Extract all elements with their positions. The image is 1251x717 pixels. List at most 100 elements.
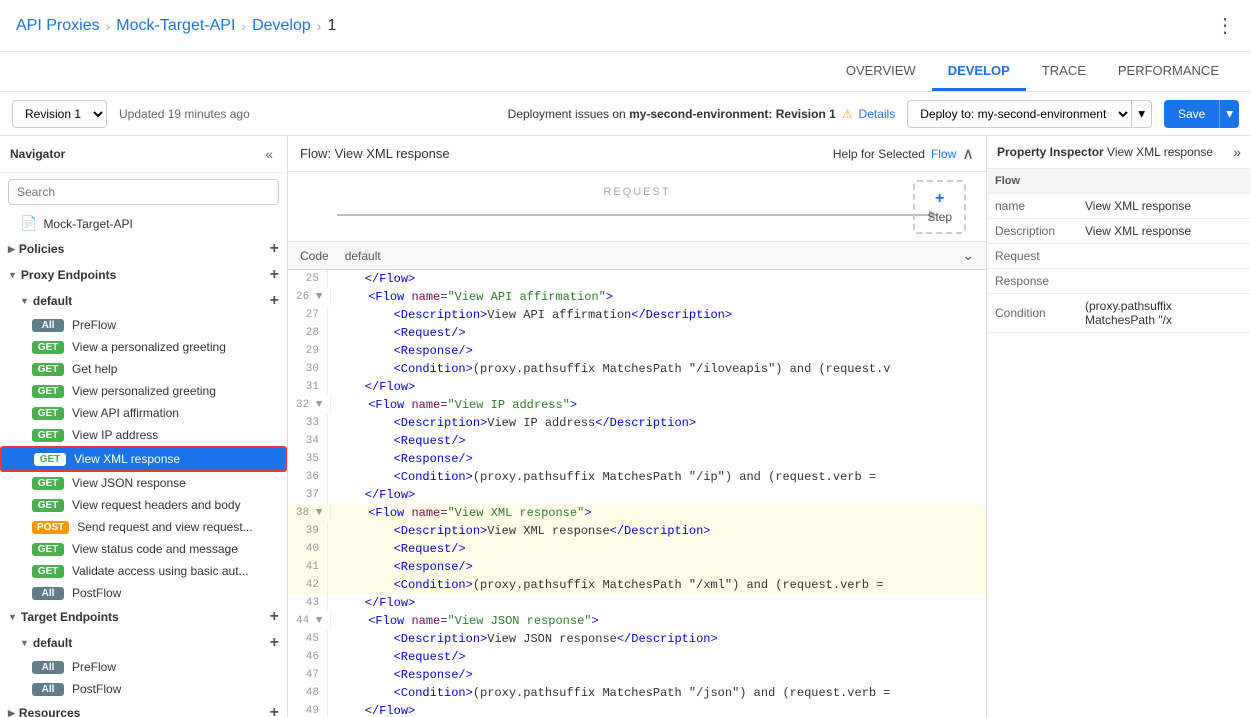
navigator-title: Navigator bbox=[10, 147, 65, 161]
prop-row-name: name View XML response bbox=[987, 194, 1251, 219]
badge-all: All bbox=[32, 587, 64, 600]
nav-item-target-postflow[interactable]: All PostFlow bbox=[0, 678, 287, 700]
badge-get: GET bbox=[32, 363, 64, 376]
nav-item-view-xml-response[interactable]: GET View XML response bbox=[0, 446, 287, 472]
breadcrumb-project[interactable]: Mock-Target-API bbox=[116, 17, 235, 35]
kebab-menu-icon[interactable]: ⋮ bbox=[1215, 13, 1235, 38]
nav-subsection-target-default[interactable]: ▼ default + bbox=[0, 630, 287, 656]
badge-all: All bbox=[32, 319, 64, 332]
code-line-38: 38 ▼ <Flow name="View XML response"> bbox=[288, 504, 986, 522]
deploy-to-select[interactable]: Deploy to: my-second-environment bbox=[907, 100, 1132, 128]
triangle-icon: ▼ bbox=[20, 638, 29, 648]
nav-item-postflow[interactable]: All PostFlow bbox=[0, 582, 287, 604]
prop-row-description: Description View XML response bbox=[987, 219, 1251, 244]
search-input[interactable] bbox=[8, 179, 279, 205]
tab-performance[interactable]: PERFORMANCE bbox=[1102, 53, 1235, 91]
code-line-29: 29 <Response/> bbox=[288, 342, 986, 360]
prop-row-condition: Condition (proxy.pathsuffix MatchesPath … bbox=[987, 294, 1251, 333]
breadcrumb-section[interactable]: Develop bbox=[252, 17, 311, 35]
tab-develop[interactable]: DEVELOP bbox=[932, 53, 1026, 91]
flow-section-header: Flow bbox=[987, 169, 1251, 194]
prop-label-request: Request bbox=[987, 244, 1077, 269]
breadcrumb: API Proxies › Mock-Target-API › Develop … bbox=[16, 17, 336, 35]
flow-title: Flow: View XML response bbox=[300, 146, 450, 161]
nav-item-view-personalized-greeting-a[interactable]: GET View a personalized greeting bbox=[0, 336, 287, 358]
code-line-37: 37 </Flow> bbox=[288, 486, 986, 504]
code-content: 25 </Flow> 26 ▼ <Flow name="View API aff… bbox=[288, 270, 986, 717]
deploy-dropdown-btn[interactable]: ▾ bbox=[1132, 100, 1152, 128]
tab-trace[interactable]: TRACE bbox=[1026, 53, 1102, 91]
navigator-collapse-btn[interactable]: « bbox=[261, 144, 277, 164]
prop-value-request bbox=[1077, 244, 1251, 269]
prop-label-condition: Condition bbox=[987, 294, 1077, 333]
nav-label: Mock-Target-API bbox=[43, 217, 132, 231]
nav-item-view-api-affirmation[interactable]: GET View API affirmation bbox=[0, 402, 287, 424]
save-button-group: Save ▾ bbox=[1164, 100, 1239, 128]
code-line-42: 42 <Condition>(proxy.pathsuffix MatchesP… bbox=[288, 576, 986, 594]
step-button-container: + Step bbox=[913, 180, 966, 234]
nav-label: PreFlow bbox=[72, 660, 116, 674]
nav-item-view-status-code[interactable]: GET View status code and message bbox=[0, 538, 287, 560]
prop-value-name: View XML response bbox=[1077, 194, 1251, 219]
prop-value-description: View XML response bbox=[1077, 219, 1251, 244]
add-proxy-endpoint-btn[interactable]: + bbox=[270, 266, 279, 284]
triangle-icon: ▼ bbox=[8, 270, 17, 280]
request-label: REQUEST bbox=[603, 186, 670, 198]
prop-row-request: Request bbox=[987, 244, 1251, 269]
nav-item-view-json-response[interactable]: GET View JSON response bbox=[0, 472, 287, 494]
prop-label-name: name bbox=[987, 194, 1077, 219]
step-button[interactable]: + Step bbox=[913, 180, 966, 234]
code-line-30: 30 <Condition>(proxy.pathsuffix MatchesP… bbox=[288, 360, 986, 378]
nav-item-validate-access[interactable]: GET Validate access using basic aut... bbox=[0, 560, 287, 582]
prop-expand-btn[interactable]: » bbox=[1233, 144, 1241, 160]
code-expand-btn[interactable]: ⌄ bbox=[962, 247, 974, 264]
nav-section-policies[interactable]: ▶ Policies + bbox=[0, 236, 287, 262]
save-dropdown-btn[interactable]: ▾ bbox=[1219, 100, 1239, 128]
code-line-48: 48 <Condition>(proxy.pathsuffix MatchesP… bbox=[288, 684, 986, 702]
badge-get: GET bbox=[32, 543, 64, 556]
nav-subsection-label: default bbox=[33, 636, 72, 650]
updated-text: Updated 19 minutes ago bbox=[119, 107, 496, 121]
nav-item-get-help[interactable]: GET Get help bbox=[0, 358, 287, 380]
nav-item-view-request-headers[interactable]: GET View request headers and body bbox=[0, 494, 287, 516]
deploy-to: Deploy to: my-second-environment ▾ bbox=[907, 100, 1152, 128]
add-resource-btn[interactable]: + bbox=[270, 704, 279, 717]
flow-expand-btn[interactable]: ∧ bbox=[962, 144, 974, 164]
add-default-btn[interactable]: + bbox=[270, 292, 279, 310]
save-button[interactable]: Save bbox=[1164, 100, 1219, 128]
nav-item-mock-target-api[interactable]: 📄 Mock-Target-API bbox=[0, 211, 287, 236]
add-policy-btn[interactable]: + bbox=[270, 240, 279, 258]
nav-label: Get help bbox=[72, 362, 117, 376]
breadcrumb-api-proxies[interactable]: API Proxies bbox=[16, 17, 100, 35]
nav-section-label: Target Endpoints bbox=[21, 610, 119, 624]
nav-item-view-personalized-greeting[interactable]: GET View personalized greeting bbox=[0, 380, 287, 402]
prop-value-response bbox=[1077, 269, 1251, 294]
nav-item-target-preflow[interactable]: All PreFlow bbox=[0, 656, 287, 678]
nav-label: View IP address bbox=[72, 428, 158, 442]
main-content: Navigator « 📄 Mock-Target-API ▶ Policies… bbox=[0, 136, 1251, 717]
revision-select[interactable]: Revision 1 bbox=[12, 100, 107, 128]
nav-label: View request headers and body bbox=[72, 498, 241, 512]
add-target-default-btn[interactable]: + bbox=[270, 634, 279, 652]
details-link[interactable]: Details bbox=[859, 107, 896, 121]
nav-section-target-endpoints[interactable]: ▼ Target Endpoints + bbox=[0, 604, 287, 630]
add-target-endpoint-btn[interactable]: + bbox=[270, 608, 279, 626]
deploy-status: Deployment issues on my-second-environme… bbox=[508, 107, 896, 121]
help-flow-link[interactable]: Flow bbox=[931, 147, 956, 161]
nav-item-view-ip-address[interactable]: GET View IP address bbox=[0, 424, 287, 446]
tab-overview[interactable]: OVERVIEW bbox=[830, 53, 932, 91]
code-header-labels: Code default bbox=[300, 249, 381, 263]
code-line-40: 40 <Request/> bbox=[288, 540, 986, 558]
nav-section-label: Policies bbox=[19, 242, 64, 256]
nav-item-send-request[interactable]: POST Send request and view request... bbox=[0, 516, 287, 538]
code-line-41: 41 <Response/> bbox=[288, 558, 986, 576]
nav-item-preflow[interactable]: All PreFlow bbox=[0, 314, 287, 336]
code-line-35: 35 <Response/> bbox=[288, 450, 986, 468]
nav-section-resources[interactable]: ▶ Resources + bbox=[0, 700, 287, 717]
nav-tree: 📄 Mock-Target-API ▶ Policies + ▼ Proxy E… bbox=[0, 211, 287, 717]
center-panel: Flow: View XML response Help for Selecte… bbox=[288, 136, 986, 717]
nav-subsection-default[interactable]: ▼ default + bbox=[0, 288, 287, 314]
code-line-28: 28 <Request/> bbox=[288, 324, 986, 342]
nav-section-proxy-endpoints[interactable]: ▼ Proxy Endpoints + bbox=[0, 262, 287, 288]
badge-get: GET bbox=[32, 341, 64, 354]
